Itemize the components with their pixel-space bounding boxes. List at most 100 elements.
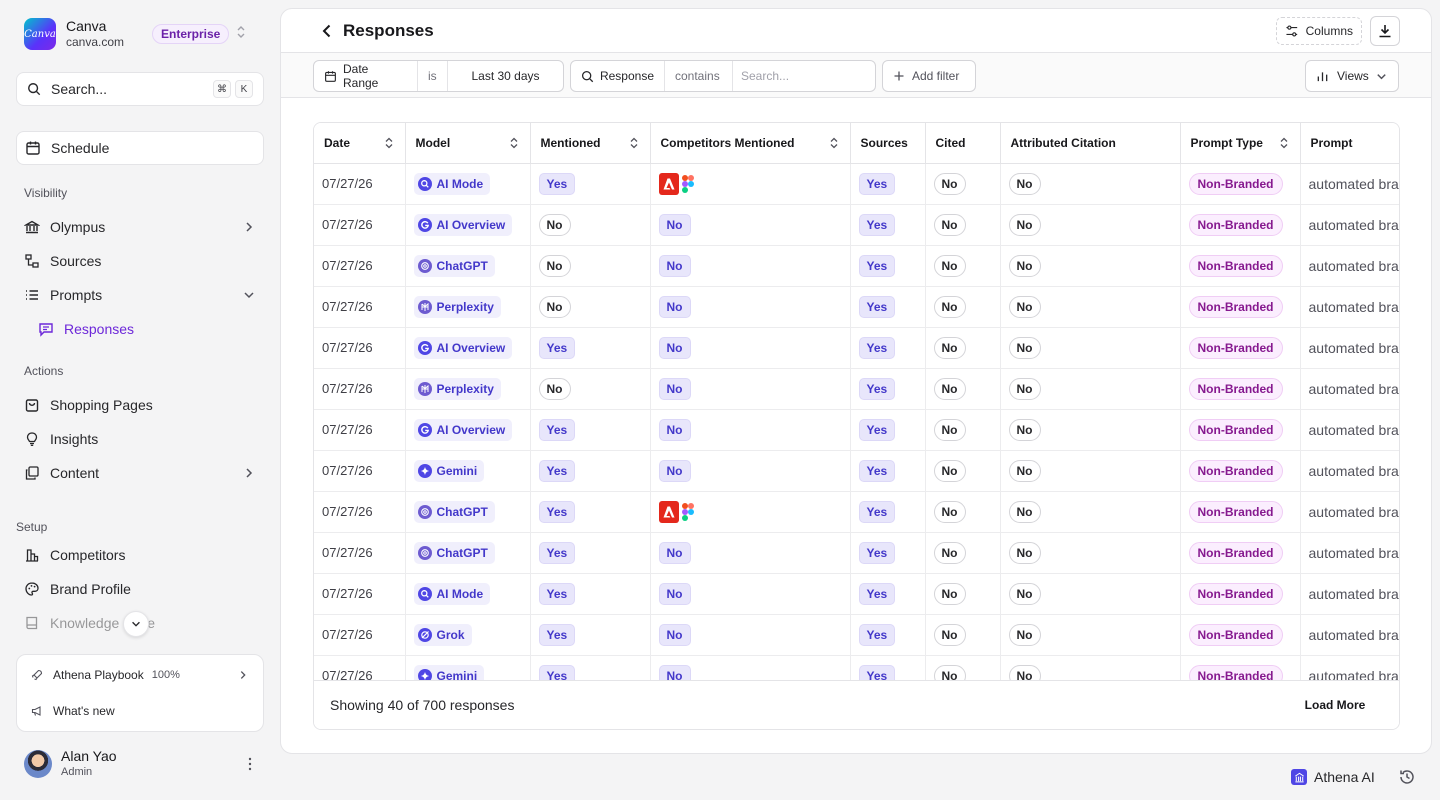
cell-prompt-type: Non-Branded — [1180, 450, 1301, 492]
table-row[interactable]: 07/27/26 AI Overview Yes No Yes No No Non-Brand… — [314, 409, 1399, 451]
scroll-down-button[interactable] — [123, 611, 149, 637]
cell-sources: Yes — [850, 573, 926, 615]
column-header[interactable]: Prompt Type — [1180, 123, 1301, 164]
date-range-field[interactable]: Date Range — [314, 61, 418, 91]
sidebar-search[interactable]: Search... ⌘ K — [16, 72, 264, 106]
chevron-right-icon — [246, 468, 253, 478]
athena-ai-button[interactable]: Athena AI — [1291, 766, 1375, 788]
views-button[interactable]: Views — [1305, 60, 1399, 92]
cell-prompt: automated bra — [1300, 532, 1399, 574]
cell-attributed-citation: No — [1000, 409, 1181, 451]
sort-icon[interactable] — [628, 137, 640, 149]
sidebar-item-competitors[interactable]: Competitors — [16, 538, 264, 572]
date-range-operator[interactable]: is — [418, 61, 448, 91]
column-header[interactable]: Mentioned — [530, 123, 651, 164]
columns-button[interactable]: Columns — [1276, 17, 1362, 45]
org-switcher[interactable]: Canva Canva canva.com Enterprise — [24, 16, 264, 52]
column-header[interactable]: Model — [405, 123, 531, 164]
cell-prompt: automated bra — [1300, 614, 1399, 656]
cell-attributed-citation: No — [1000, 532, 1181, 574]
cell-mentioned: Yes — [530, 450, 651, 492]
mentioned-badge: No — [538, 213, 571, 236]
table-row[interactable]: 07/27/26 AI Mode Yes No Yes No No Non-Branded au… — [314, 573, 1399, 615]
more-vertical-icon[interactable] — [248, 757, 252, 771]
table-row[interactable]: 07/27/26 Gemini Yes No Yes No No Non-Branded aut… — [314, 450, 1399, 492]
response-operator[interactable]: contains — [665, 61, 733, 91]
mentioned-badge: Yes — [538, 623, 576, 646]
sources-badge: Yes — [858, 254, 896, 277]
download-button[interactable] — [1370, 16, 1400, 46]
playbook-label: Athena Playbook — [53, 668, 144, 682]
sidebar-item-responses[interactable]: Responses — [30, 312, 264, 346]
mentioned-badge: Yes — [538, 500, 576, 523]
sort-icon[interactable] — [828, 137, 840, 149]
table-row[interactable]: 07/27/26 Gemini Yes No Yes No No Non-Branded aut… — [314, 655, 1399, 680]
competitors-badge: No — [658, 418, 691, 441]
date-range-value[interactable]: Last 30 days — [448, 61, 563, 91]
table-row[interactable]: 07/27/26 AI Overview No No Yes No No Non-Brande… — [314, 204, 1399, 246]
athena-playbook-link[interactable]: Athena Playbook 100% — [17, 657, 263, 693]
sidebar-item-content[interactable]: Content — [16, 456, 264, 490]
model-chip: AI Mode — [413, 172, 491, 195]
response-filter[interactable]: Response contains — [570, 60, 876, 92]
sources-badge: Yes — [858, 664, 896, 680]
perplexity-icon — [417, 299, 432, 314]
table-row[interactable]: 07/27/26 Perplexity No No Yes No No Non-Branded… — [314, 286, 1399, 328]
date-range-filter[interactable]: Date Range is Last 30 days — [313, 60, 564, 92]
cell-sources: Yes — [850, 491, 926, 533]
table-row[interactable]: 07/27/26 ChatGPT Yes No Yes No No Non-Branded au… — [314, 532, 1399, 574]
sidebar-item-olympus[interactable]: Olympus — [16, 210, 264, 244]
cell-sources: Yes — [850, 204, 926, 246]
sidebar-bottom-card: Athena Playbook 100% What's new — [16, 654, 264, 732]
table-row[interactable]: 07/27/26 ChatGPT No No Yes No No Non-Branded aut… — [314, 245, 1399, 287]
sources-badge: Yes — [858, 459, 896, 482]
cited-badge: No — [933, 459, 966, 482]
cell-date: 07/27/26 — [314, 286, 406, 328]
column-header[interactable]: Competitors Mentioned — [650, 123, 851, 164]
whats-new-link[interactable]: What's new — [17, 693, 263, 729]
ai-overview-icon — [417, 422, 432, 437]
cell-attributed-citation: No — [1000, 573, 1181, 615]
sidebar-item-schedule[interactable]: Schedule — [16, 131, 264, 165]
model-chip: Perplexity — [413, 377, 501, 400]
cited-badge: No — [933, 295, 966, 318]
playbook-progress: 100% — [151, 669, 180, 681]
sort-icon[interactable] — [383, 137, 395, 149]
sidebar-item-shopping-pages[interactable]: Shopping Pages — [16, 388, 264, 422]
cell-mentioned: Yes — [530, 573, 651, 615]
history-icon[interactable] — [1398, 768, 1416, 786]
network-icon — [25, 254, 39, 268]
sidebar-item-brand-profile[interactable]: Brand Profile — [16, 572, 264, 606]
chevron-left-icon[interactable] — [319, 23, 335, 39]
sidebar-item-prompts[interactable]: Prompts — [16, 278, 264, 312]
table-row[interactable]: 07/27/26 Perplexity No No Yes No No Non-Branded… — [314, 368, 1399, 410]
section-label-visibility: Visibility — [24, 186, 68, 200]
adobe-logo-icon — [658, 500, 679, 523]
filter-bar: Date Range is Last 30 days Response cont… — [281, 53, 1431, 98]
download-icon — [1379, 25, 1391, 38]
cited-badge: No — [933, 377, 966, 400]
response-field[interactable]: Response — [571, 61, 665, 91]
sources-badge: Yes — [858, 295, 896, 318]
table-row[interactable]: 07/27/26 ChatGPT Yes Yes No No Non-Branded auto… — [314, 491, 1399, 533]
user-profile[interactable]: Alan Yao Admin — [24, 746, 264, 782]
response-search-input[interactable] — [733, 69, 861, 83]
sidebar-item-insights[interactable]: Insights — [16, 422, 264, 456]
competitors-badge: No — [658, 336, 691, 359]
cell-attributed-citation: No — [1000, 368, 1181, 410]
table-scroll-area[interactable]: Date Model Mentioned Competitors Mentioned S… — [314, 123, 1399, 680]
cell-date: 07/27/26 — [314, 655, 406, 680]
chevron-updown-icon[interactable] — [236, 25, 246, 39]
add-filter-button[interactable]: Add filter — [882, 60, 976, 92]
table-row[interactable]: 07/27/26 Grok Yes No Yes No No Non-Branded autom… — [314, 614, 1399, 656]
attributed-badge: No — [1008, 664, 1041, 680]
table-row[interactable]: 07/27/26 AI Mode Yes Yes No No Non-Branded auto… — [314, 163, 1399, 205]
load-more-button[interactable]: Load More — [1299, 690, 1371, 720]
table-row[interactable]: 07/27/26 AI Overview Yes No Yes No No Non-Brand… — [314, 327, 1399, 369]
sort-icon[interactable] — [1278, 137, 1290, 149]
column-header[interactable]: Date — [314, 123, 406, 164]
cell-competitors — [650, 163, 851, 205]
sidebar-item-sources[interactable]: Sources — [16, 244, 264, 278]
sidebar-item-label: Insights — [50, 431, 99, 447]
sort-icon[interactable] — [508, 137, 520, 149]
